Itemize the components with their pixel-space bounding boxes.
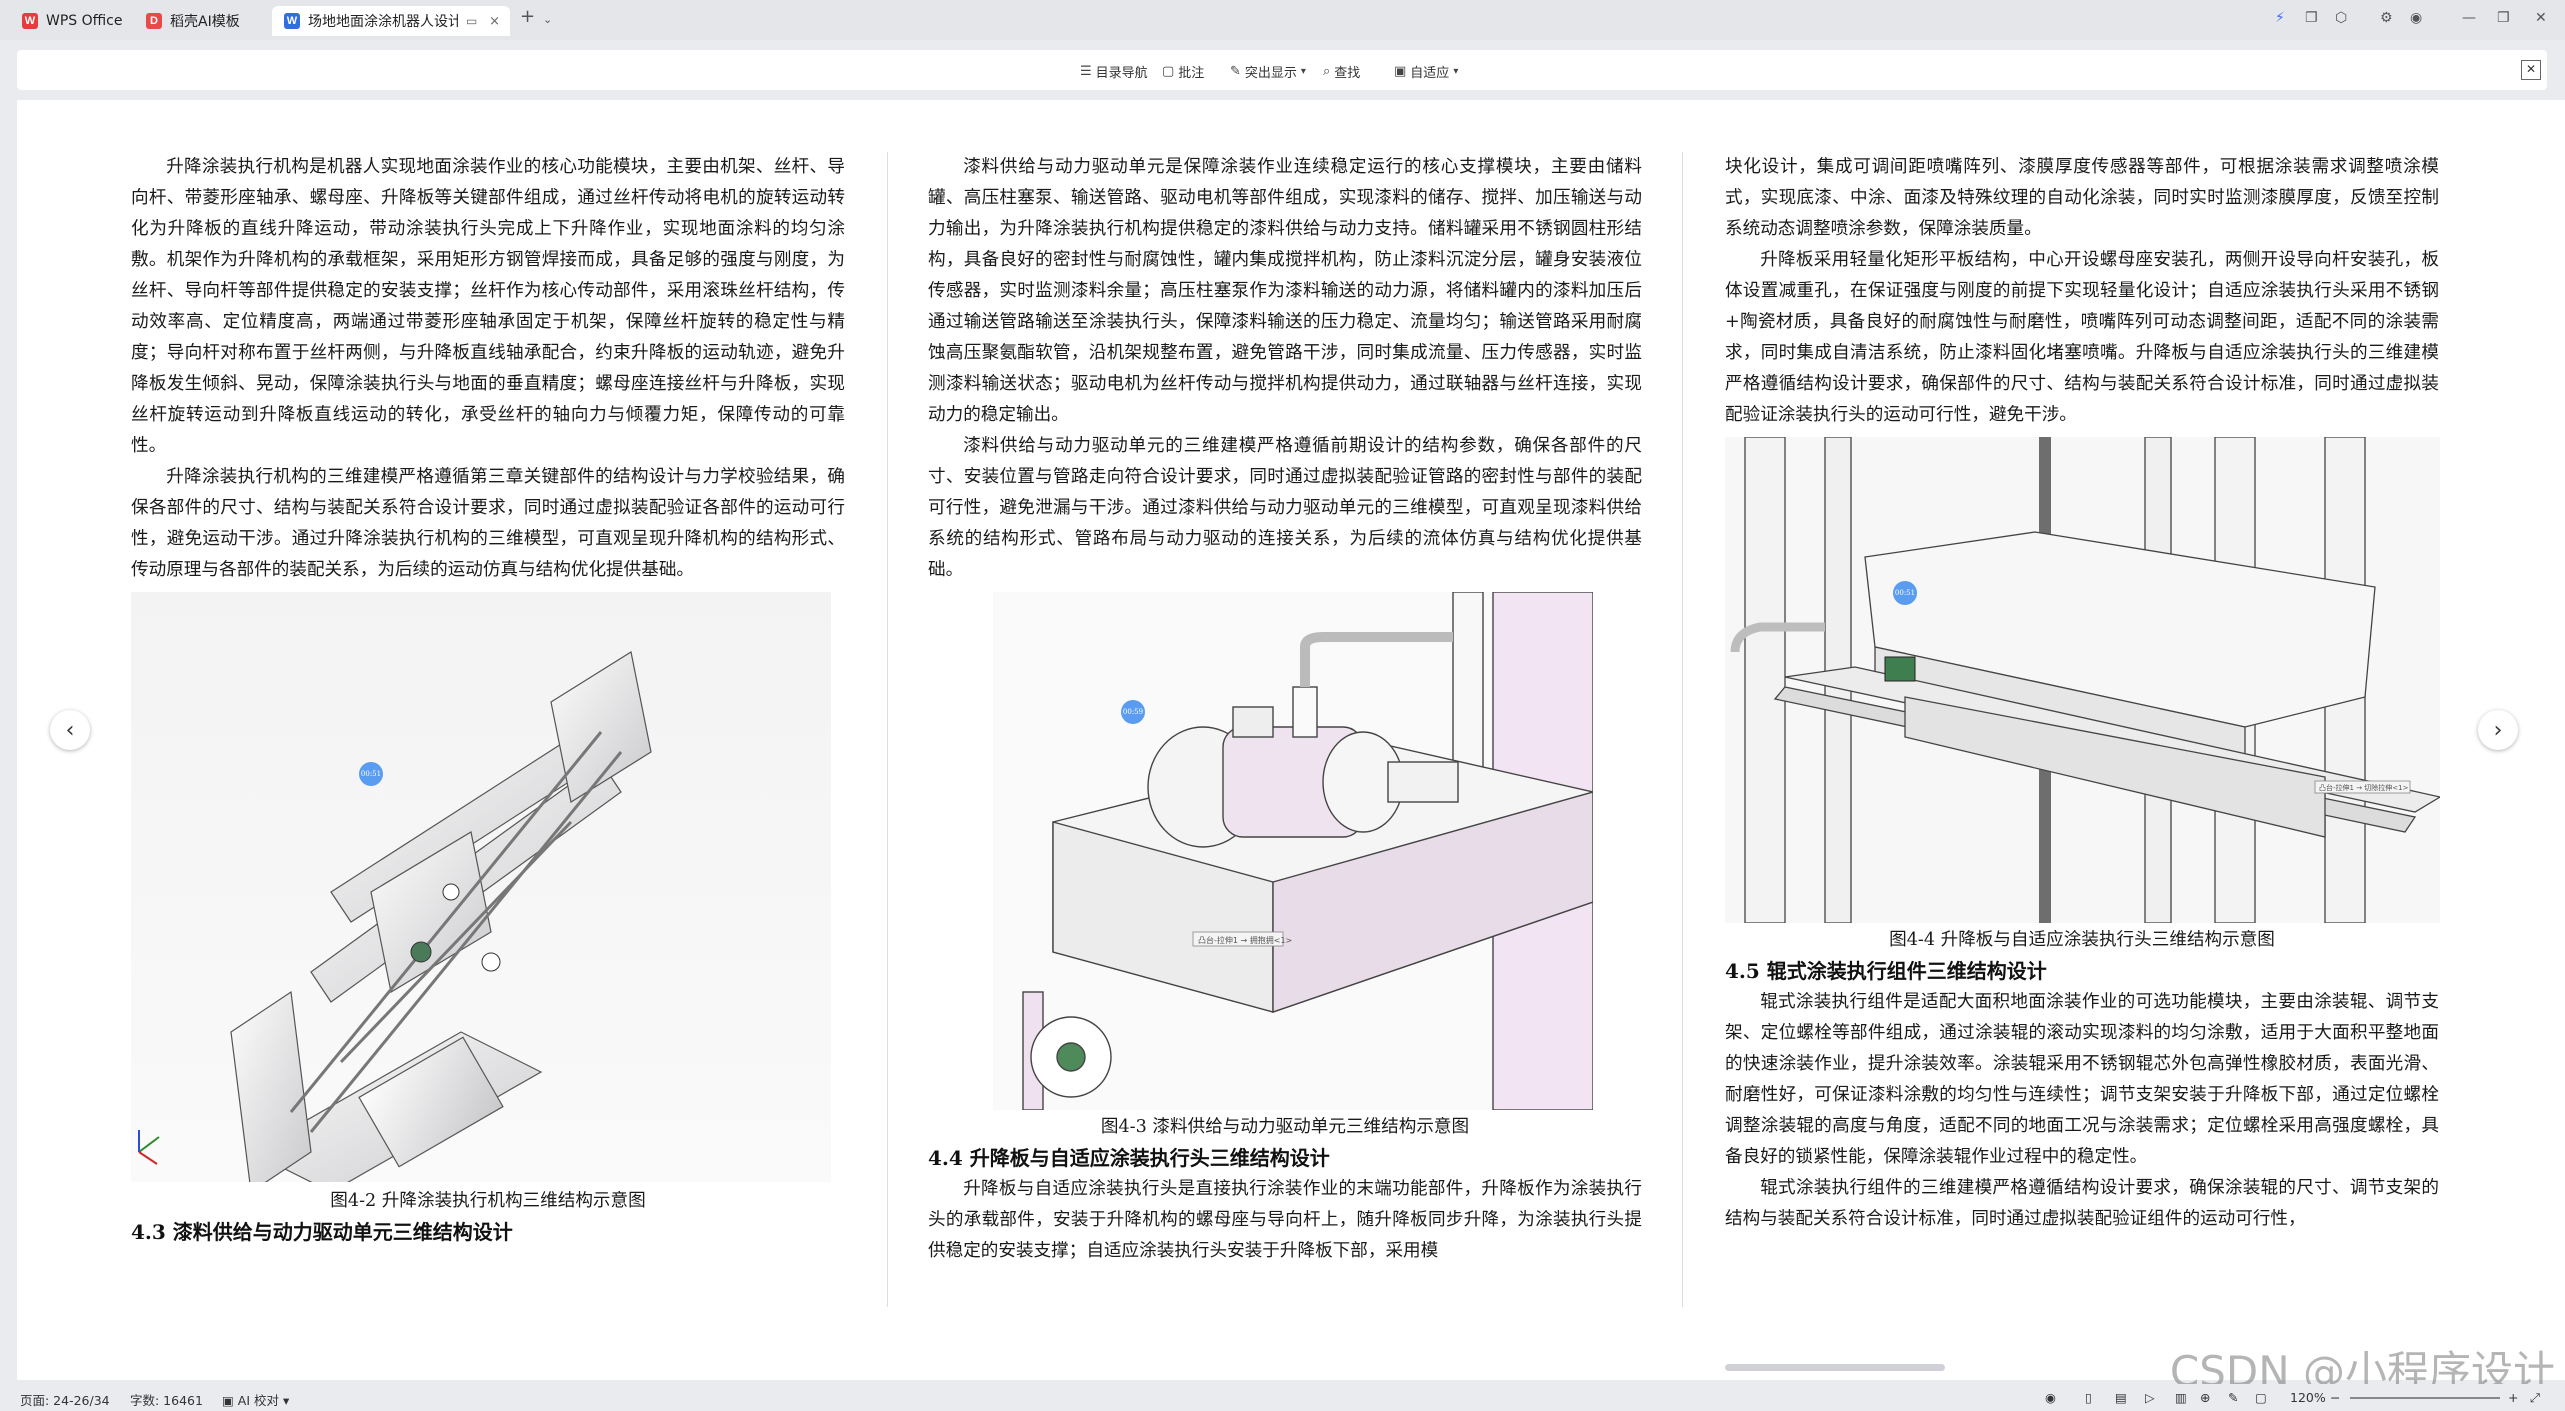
list-icon: ☰: [1080, 64, 1092, 79]
screen-icon[interactable]: ▭: [466, 14, 477, 28]
page-divider: [1682, 152, 1683, 1307]
page-view-icon[interactable]: ▯: [2085, 1390, 2092, 1405]
tab-document[interactable]: W 场地地面涂涂机器人设计.do ▭ ×: [272, 6, 510, 36]
annotation-marker[interactable]: 00:51: [1893, 581, 1917, 605]
paragraph: 漆料供给与动力驱动单元的三维建模严格遵循前期设计的结构参数，确保各部件的尺寸、安…: [928, 436, 1642, 580]
status-bar: 页面: 24-26/34 字数: 16461 ▣ AI 校对 ▾ ◉ ▯ ▤ ▷…: [0, 1384, 2565, 1411]
chevron-right-icon: ›: [2493, 717, 2503, 743]
fit-label: 自适应: [1410, 66, 1450, 81]
paragraph: 升降涂装执行机构的三维建模严格遵循第三章关键部件的结构设计与力学校验结果，确保各…: [131, 467, 845, 580]
close-reading-button[interactable]: ✕: [2521, 60, 2541, 80]
read-mode-icon[interactable]: ▥: [2175, 1390, 2187, 1405]
play-icon[interactable]: ▷: [2145, 1390, 2155, 1405]
close-tab-icon[interactable]: ×: [489, 14, 500, 29]
chevron-down-icon[interactable]: ⌄: [543, 13, 552, 26]
title-bar: W WPS Office D 稻壳AI模板 W 场地地面涂涂机器人设计.do ▭…: [0, 0, 2565, 40]
page-column-2: 漆料供给与动力驱动单元是保障涂装作业连续稳定运行的核心支撑模块，主要由储料罐、高…: [928, 152, 1642, 1267]
next-page-button[interactable]: ›: [2478, 710, 2518, 750]
tab-label: WPS Office: [46, 13, 123, 29]
chevron-down-icon: ▾: [1453, 66, 1459, 77]
new-tab-icon[interactable]: +: [520, 6, 535, 27]
ai-icon[interactable]: ⚡: [2275, 10, 2285, 26]
fullscreen-icon[interactable]: ⤢: [2530, 1390, 2540, 1406]
figure-4-3: 凸台-拉伸1 → 拥抱拥<1> 00:59: [993, 592, 1593, 1110]
find-label: 查找: [1334, 66, 1361, 81]
search-icon: ⌕: [1323, 64, 1331, 79]
zoom-slider[interactable]: [2350, 1397, 2500, 1399]
zoom-out-button[interactable]: −: [2330, 1390, 2340, 1405]
pen-icon[interactable]: ✎: [2228, 1390, 2238, 1405]
tab-label: 场地地面涂涂机器人设计.do: [308, 14, 458, 30]
outline-view-icon[interactable]: ▤: [2115, 1390, 2127, 1405]
section-heading: 4.5 辊式涂装执行组件三维结构设计: [1725, 959, 2047, 983]
tab-docer-ai[interactable]: D 稻壳AI模板: [134, 6, 264, 36]
eye-icon[interactable]: ◉: [2045, 1390, 2056, 1405]
cube-icon[interactable]: ⬡: [2335, 10, 2347, 26]
close-window-icon[interactable]: ✕: [2535, 10, 2547, 26]
annotation-marker[interactable]: 00:59: [1121, 700, 1145, 724]
reading-toolbar: ☰ 目录导航 ▢ 批注 ✎ 突出显示 ▾ ⌕ 查找 ▣ 自适应 ▾ ✕: [17, 50, 2547, 90]
page-divider: [887, 152, 888, 1307]
paragraph: 升降板与自适应涂装执行头是直接执行涂装作业的末端功能部件，升降板作为涂装执行头的…: [928, 1179, 1642, 1261]
figure-caption: 图4-4 升降板与自适应涂装执行头三维结构示意图: [1889, 930, 2275, 950]
highlight-button[interactable]: ✎ 突出显示 ▾: [1230, 62, 1306, 81]
comment-label: 批注: [1178, 66, 1205, 81]
paragraph: 升降涂装执行机构是机器人实现地面涂装作业的核心功能模块，主要由机架、丝杆、导向杆…: [131, 157, 845, 456]
section-heading: 4.4 升降板与自适应涂装执行头三维结构设计: [928, 1146, 1330, 1170]
word-doc-icon: W: [284, 13, 300, 29]
zoom-level[interactable]: 120%: [2290, 1390, 2326, 1405]
chevron-left-icon: ‹: [65, 717, 75, 743]
lift-mechanism-render: [138, 651, 652, 1182]
tab-label: 稻壳AI模板: [170, 14, 240, 30]
feature-tooltip: 凸台-拉伸1 → 切除拉伸<1>: [2319, 783, 2409, 792]
ai-check-icon: ▣: [222, 1393, 238, 1408]
paint-supply-render: 凸台-拉伸1 → 拥抱拥<1>: [1022, 592, 1593, 1110]
settings-icon[interactable]: ⚙: [2380, 10, 2393, 26]
tab-wps-office[interactable]: W WPS Office: [10, 6, 130, 36]
comment-button[interactable]: ▢ 批注: [1162, 62, 1204, 81]
fit-button[interactable]: ▣ 自适应 ▾: [1394, 62, 1458, 81]
toc-nav-button[interactable]: ☰ 目录导航: [1080, 62, 1148, 81]
restore-icon[interactable]: ❐: [2497, 10, 2510, 26]
horizontal-scrollbar[interactable]: [1725, 1364, 1945, 1371]
pen-icon: ✎: [1230, 64, 1241, 79]
section-heading: 4.3 漆料供给与动力驱动单元三维结构设计: [131, 1220, 513, 1244]
figure-caption: 图4-3 漆料供给与动力驱动单元三维结构示意图: [1100, 1117, 1470, 1137]
docer-logo-icon: D: [146, 13, 162, 29]
find-button[interactable]: ⌕ 查找: [1323, 62, 1360, 81]
lift-plate-render: 凸台-拉伸1 → 切除拉伸<1>: [1730, 437, 2440, 923]
figure-4-4: 凸台-拉伸1 → 切除拉伸<1> 00:51: [1725, 437, 2440, 923]
zoom-in-button[interactable]: +: [2508, 1390, 2518, 1405]
figure-caption: 图4-2 升降涂装执行机构三维结构示意图: [330, 1191, 646, 1211]
document-view[interactable]: 升降涂装执行机构是机器人实现地面涂装作业的核心功能模块，主要由机架、丝杆、导向杆…: [17, 100, 2565, 1380]
page-indicator[interactable]: 页面: 24-26/34: [20, 1390, 110, 1409]
feature-tooltip: 凸台-拉伸1 → 拥抱拥<1>: [1198, 935, 1292, 945]
paragraph: 块化设计，集成可调间距喷嘴阵列、漆膜厚度传感器等部件，可根据涂装需求调整喷涂模式…: [1725, 157, 2439, 239]
avatar[interactable]: ◉: [2410, 10, 2422, 26]
chevron-down-icon: ▾: [279, 1393, 290, 1408]
window-icon[interactable]: ❐: [2305, 10, 2318, 26]
page-column-1: 升降涂装执行机构是机器人实现地面涂装作业的核心功能模块，主要由机架、丝杆、导向杆…: [131, 152, 845, 1248]
paragraph: 辊式涂装执行组件的三维建模严格遵循结构设计要求，确保涂装辊的尺寸、调节支架的结构…: [1725, 1178, 2439, 1229]
highlight-label: 突出显示: [1244, 66, 1297, 81]
page-column-3: 块化设计，集成可调间距喷嘴阵列、漆膜厚度传感器等部件，可根据涂装需求调整喷涂模式…: [1725, 152, 2440, 1235]
web-view-icon[interactable]: ⊕: [2200, 1390, 2210, 1405]
paragraph: 漆料供给与动力驱动单元是保障涂装作业连续稳定运行的核心支撑模块，主要由储料罐、高…: [928, 157, 1642, 425]
paragraph: 升降板采用轻量化矩形平板结构，中心开设螺母座安装孔，两侧开设导向杆安装孔，板体设…: [1725, 250, 2439, 425]
figure-4-2: 00:51: [131, 592, 831, 1182]
word-count[interactable]: 字数: 16461: [130, 1390, 203, 1409]
paragraph: 辊式涂装执行组件是适配大面积地面涂装作业的可选功能模块，主要由涂装辊、调节支架、…: [1725, 992, 2439, 1167]
toc-nav-label: 目录导航: [1095, 66, 1148, 81]
ai-check-label: AI 校对: [237, 1393, 280, 1408]
minimize-icon[interactable]: —: [2462, 10, 2476, 26]
annotation-marker[interactable]: 00:51: [359, 762, 383, 786]
fit-icon: ▣: [1394, 64, 1407, 79]
wps-logo-icon: W: [22, 13, 38, 29]
prev-page-button[interactable]: ‹: [50, 710, 90, 750]
fit-icon[interactable]: ▢: [2255, 1390, 2267, 1405]
comment-icon: ▢: [1162, 64, 1175, 79]
ai-check-button[interactable]: ▣ AI 校对 ▾: [222, 1390, 289, 1409]
chevron-down-icon: ▾: [1300, 66, 1306, 77]
